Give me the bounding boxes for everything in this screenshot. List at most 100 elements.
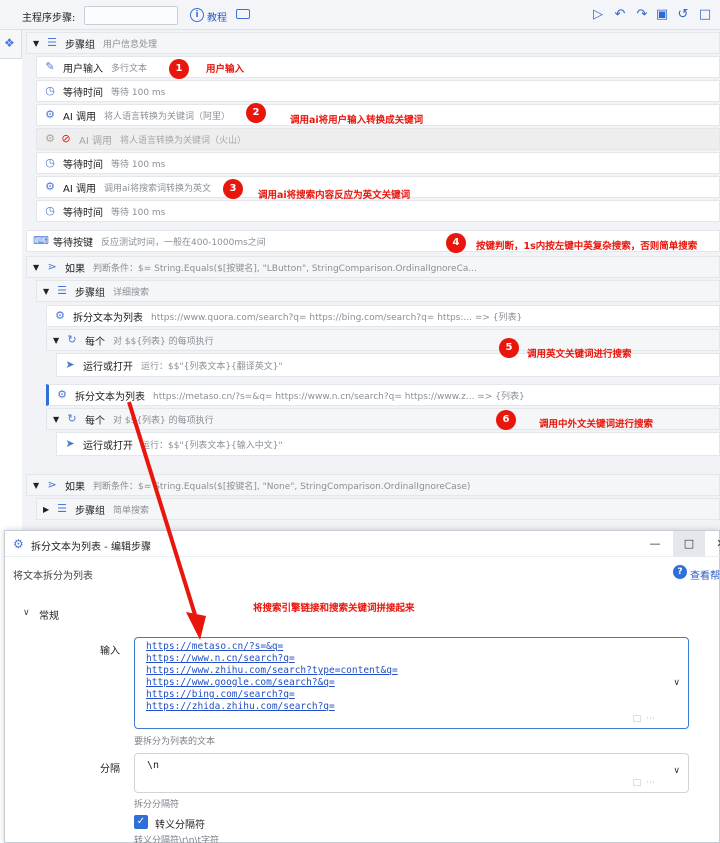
section-general[interactable]: 常规 — [39, 607, 59, 622]
step-title: AI 调用 — [63, 183, 96, 195]
input-line: https://bing.com/search?q= — [146, 689, 295, 700]
history-icon[interactable]: ↺ — [675, 7, 691, 23]
annotation-badge: 5 — [499, 338, 519, 358]
step-title: 等待时间 — [63, 159, 103, 171]
step-title: AI 调用 — [63, 111, 96, 123]
input-line: https://www.zhihu.com/search?type=conten… — [146, 665, 398, 676]
layers-icon: ☰ — [57, 502, 67, 515]
main-steps-label: 主程序步骤: — [22, 13, 76, 24]
disabled-icon: ⊘ — [61, 132, 71, 145]
annotation-text: 用户输入 — [206, 64, 245, 75]
step-desc: 详细搜索 — [113, 287, 150, 298]
step-run-open-2[interactable]: ➤ 运行或打开 运行：$$"{列表文本}{输入中文}" — [56, 432, 720, 456]
gear-icon: ⚙ — [57, 388, 67, 401]
redo-icon[interactable]: ↷ — [634, 7, 650, 23]
separator-input[interactable]: \n ∨ □ ⋯ — [134, 753, 689, 793]
clock-icon: ◷ — [45, 204, 55, 217]
collapse-icon[interactable]: ▼ — [33, 263, 41, 272]
escape-label: 转义分隔符 — [155, 820, 205, 831]
workflow-canvas: ▼ ☰ 步骤组 用户信息处理 ✎ 用户输入 多行文本 ◷ 等待时间 等待 100… — [22, 30, 720, 530]
send-icon: ➤ — [65, 358, 75, 371]
annotation-text: 调用英文关键词进行搜索 — [527, 349, 632, 360]
collapse-icon[interactable]: ▼ — [53, 336, 61, 345]
escape-checkbox[interactable]: ✓ — [134, 815, 148, 829]
collapse-icon[interactable]: ▼ — [33, 39, 41, 48]
help-icon[interactable]: ? — [673, 565, 687, 579]
step-desc: 对 $${列表} 的每项执行 — [113, 336, 214, 347]
annotation-text: 按键判断，1s内按左键中英复杂搜索，否则简单搜索 — [476, 241, 698, 252]
undo-icon[interactable]: ↶ — [612, 7, 628, 23]
step-desc: 对 $${列表} 的每项执行 — [113, 415, 214, 426]
branch-icon: ⋗ — [47, 478, 57, 491]
dialog-title: 拆分文本为列表 - 编辑步骤 — [31, 542, 151, 553]
tutorial-link[interactable]: 教程 — [207, 9, 227, 24]
step-desc: 反应测试时间，一般在400-1000ms之间 — [101, 237, 266, 248]
loop-icon: ↻ — [67, 412, 77, 425]
expand-icon[interactable]: ▶ — [43, 505, 51, 514]
clock-icon: ◷ — [45, 84, 55, 97]
step-title: 如果 — [65, 263, 85, 275]
step-split-text-2[interactable]: ⚙ 拆分文本为列表 https://metaso.cn/?s=&q= https… — [46, 384, 720, 406]
layers-icon: ☰ — [57, 284, 67, 297]
step-ai-call-volc-disabled[interactable]: ⚙ ⊘ AI 调用 将人语言转换为关键词（火山） — [36, 128, 720, 150]
separator-hint: 拆分分隔符 — [134, 800, 180, 810]
save-icon[interactable]: ▣ — [654, 7, 670, 23]
keyboard-icon[interactable] — [236, 9, 250, 19]
input-hint: 要拆分为列表的文本 — [134, 737, 216, 747]
step-title: 等待按键 — [53, 237, 93, 249]
step-desc: 调用ai将搜索词转换为英文 — [103, 183, 211, 194]
gear-icon: ⚙ — [45, 108, 55, 121]
step-desc: https://metaso.cn/?s=&q= https://www.n.c… — [153, 391, 525, 402]
chevron-down-icon[interactable]: ∨ — [673, 678, 680, 688]
edit-step-dialog: ⚙ 拆分文本为列表 - 编辑步骤 — □ ✕ 将文本拆分为列表 ? 查看帮 将搜… — [4, 530, 720, 843]
export-icon[interactable]: □ — [697, 7, 713, 23]
step-desc: 等待 100 ms — [111, 159, 166, 170]
annotation-badge: 3 — [223, 179, 243, 199]
step-desc: 运行：$$"{列表文本}{输入中文}" — [141, 440, 283, 451]
gear-icon: ⚙ — [13, 537, 24, 551]
step-desc: 等待 100 ms — [111, 207, 166, 218]
separator-value: \n — [147, 760, 160, 771]
input-line: https://zhida.zhihu.com/search?q= — [146, 701, 335, 712]
step-title: 拆分文本为列表 — [73, 312, 143, 324]
minimize-button[interactable]: — — [639, 531, 671, 557]
step-title: 步骤组 — [75, 505, 105, 517]
chevron-down-icon[interactable]: ∨ — [673, 766, 680, 776]
input-line: https://www.n.cn/search?q= — [146, 653, 295, 664]
input-textarea[interactable]: https://metaso.cn/?s=&q= https://www.n.c… — [134, 637, 689, 729]
collapse-icon[interactable]: ▼ — [33, 481, 41, 490]
send-icon: ➤ — [65, 437, 75, 450]
annotation-badge: 4 — [446, 233, 466, 253]
step-if-none[interactable]: ▼ ⋗ 如果 判断条件：$= String.Equals($[按键名], "No… — [26, 474, 720, 496]
step-if-lbutton[interactable]: ▼ ⋗ 如果 判断条件：$= String.Equals($[按键名], "LB… — [26, 256, 720, 278]
step-wait-2[interactable]: ◷ 等待时间 等待 100 ms — [36, 152, 720, 174]
step-group-detailed[interactable]: ▼ ☰ 步骤组 详细搜索 — [36, 280, 720, 302]
step-wait-1[interactable]: ◷ 等待时间 等待 100 ms — [36, 80, 720, 102]
step-title: 步骤组 — [65, 39, 95, 51]
help-link[interactable]: 查看帮 — [690, 567, 720, 582]
close-button[interactable]: ✕ — [705, 531, 720, 557]
annotation-badge: 1 — [169, 59, 189, 79]
collapse-icon[interactable]: ▼ — [43, 287, 51, 296]
more-icon[interactable]: □ ⋯ — [633, 714, 656, 724]
info-icon[interactable]: i — [190, 8, 204, 22]
more-icon[interactable]: □ ⋯ — [633, 778, 656, 788]
input-line: https://metaso.cn/?s=&q= — [146, 641, 284, 652]
chevron-down-icon[interactable]: ∨ — [23, 608, 30, 618]
step-user-input[interactable]: ✎ 用户输入 多行文本 — [36, 56, 720, 78]
escape-hint: 转义分隔符\r\n\t字符 — [134, 836, 220, 843]
step-desc: 多行文本 — [111, 63, 148, 74]
collapse-icon[interactable]: ▼ — [53, 415, 61, 424]
pin-icon[interactable]: ❖ — [4, 36, 15, 50]
dialog-titlebar: ⚙ 拆分文本为列表 - 编辑步骤 — □ ✕ — [5, 531, 720, 557]
run-icon[interactable]: ▷ — [590, 7, 606, 23]
annotation-text: 调用ai将用户输入转换成关键词 — [290, 115, 424, 126]
step-group-simple[interactable]: ▶ ☰ 步骤组 简单搜索 — [36, 498, 720, 520]
step-desc: 运行：$$"{列表文本}{翻译英文}" — [141, 361, 283, 372]
step-group-user-info[interactable]: ▼ ☰ 步骤组 用户信息处理 — [26, 32, 720, 54]
step-desc: 判断条件：$= String.Equals($[按键名], "None", St… — [93, 481, 471, 492]
step-wait-3[interactable]: ◷ 等待时间 等待 100 ms — [36, 200, 720, 222]
maximize-button[interactable]: □ — [673, 531, 705, 557]
main-steps-input[interactable] — [84, 6, 178, 25]
step-split-text-1[interactable]: ⚙ 拆分文本为列表 https://www.quora.com/search?q… — [46, 305, 720, 327]
